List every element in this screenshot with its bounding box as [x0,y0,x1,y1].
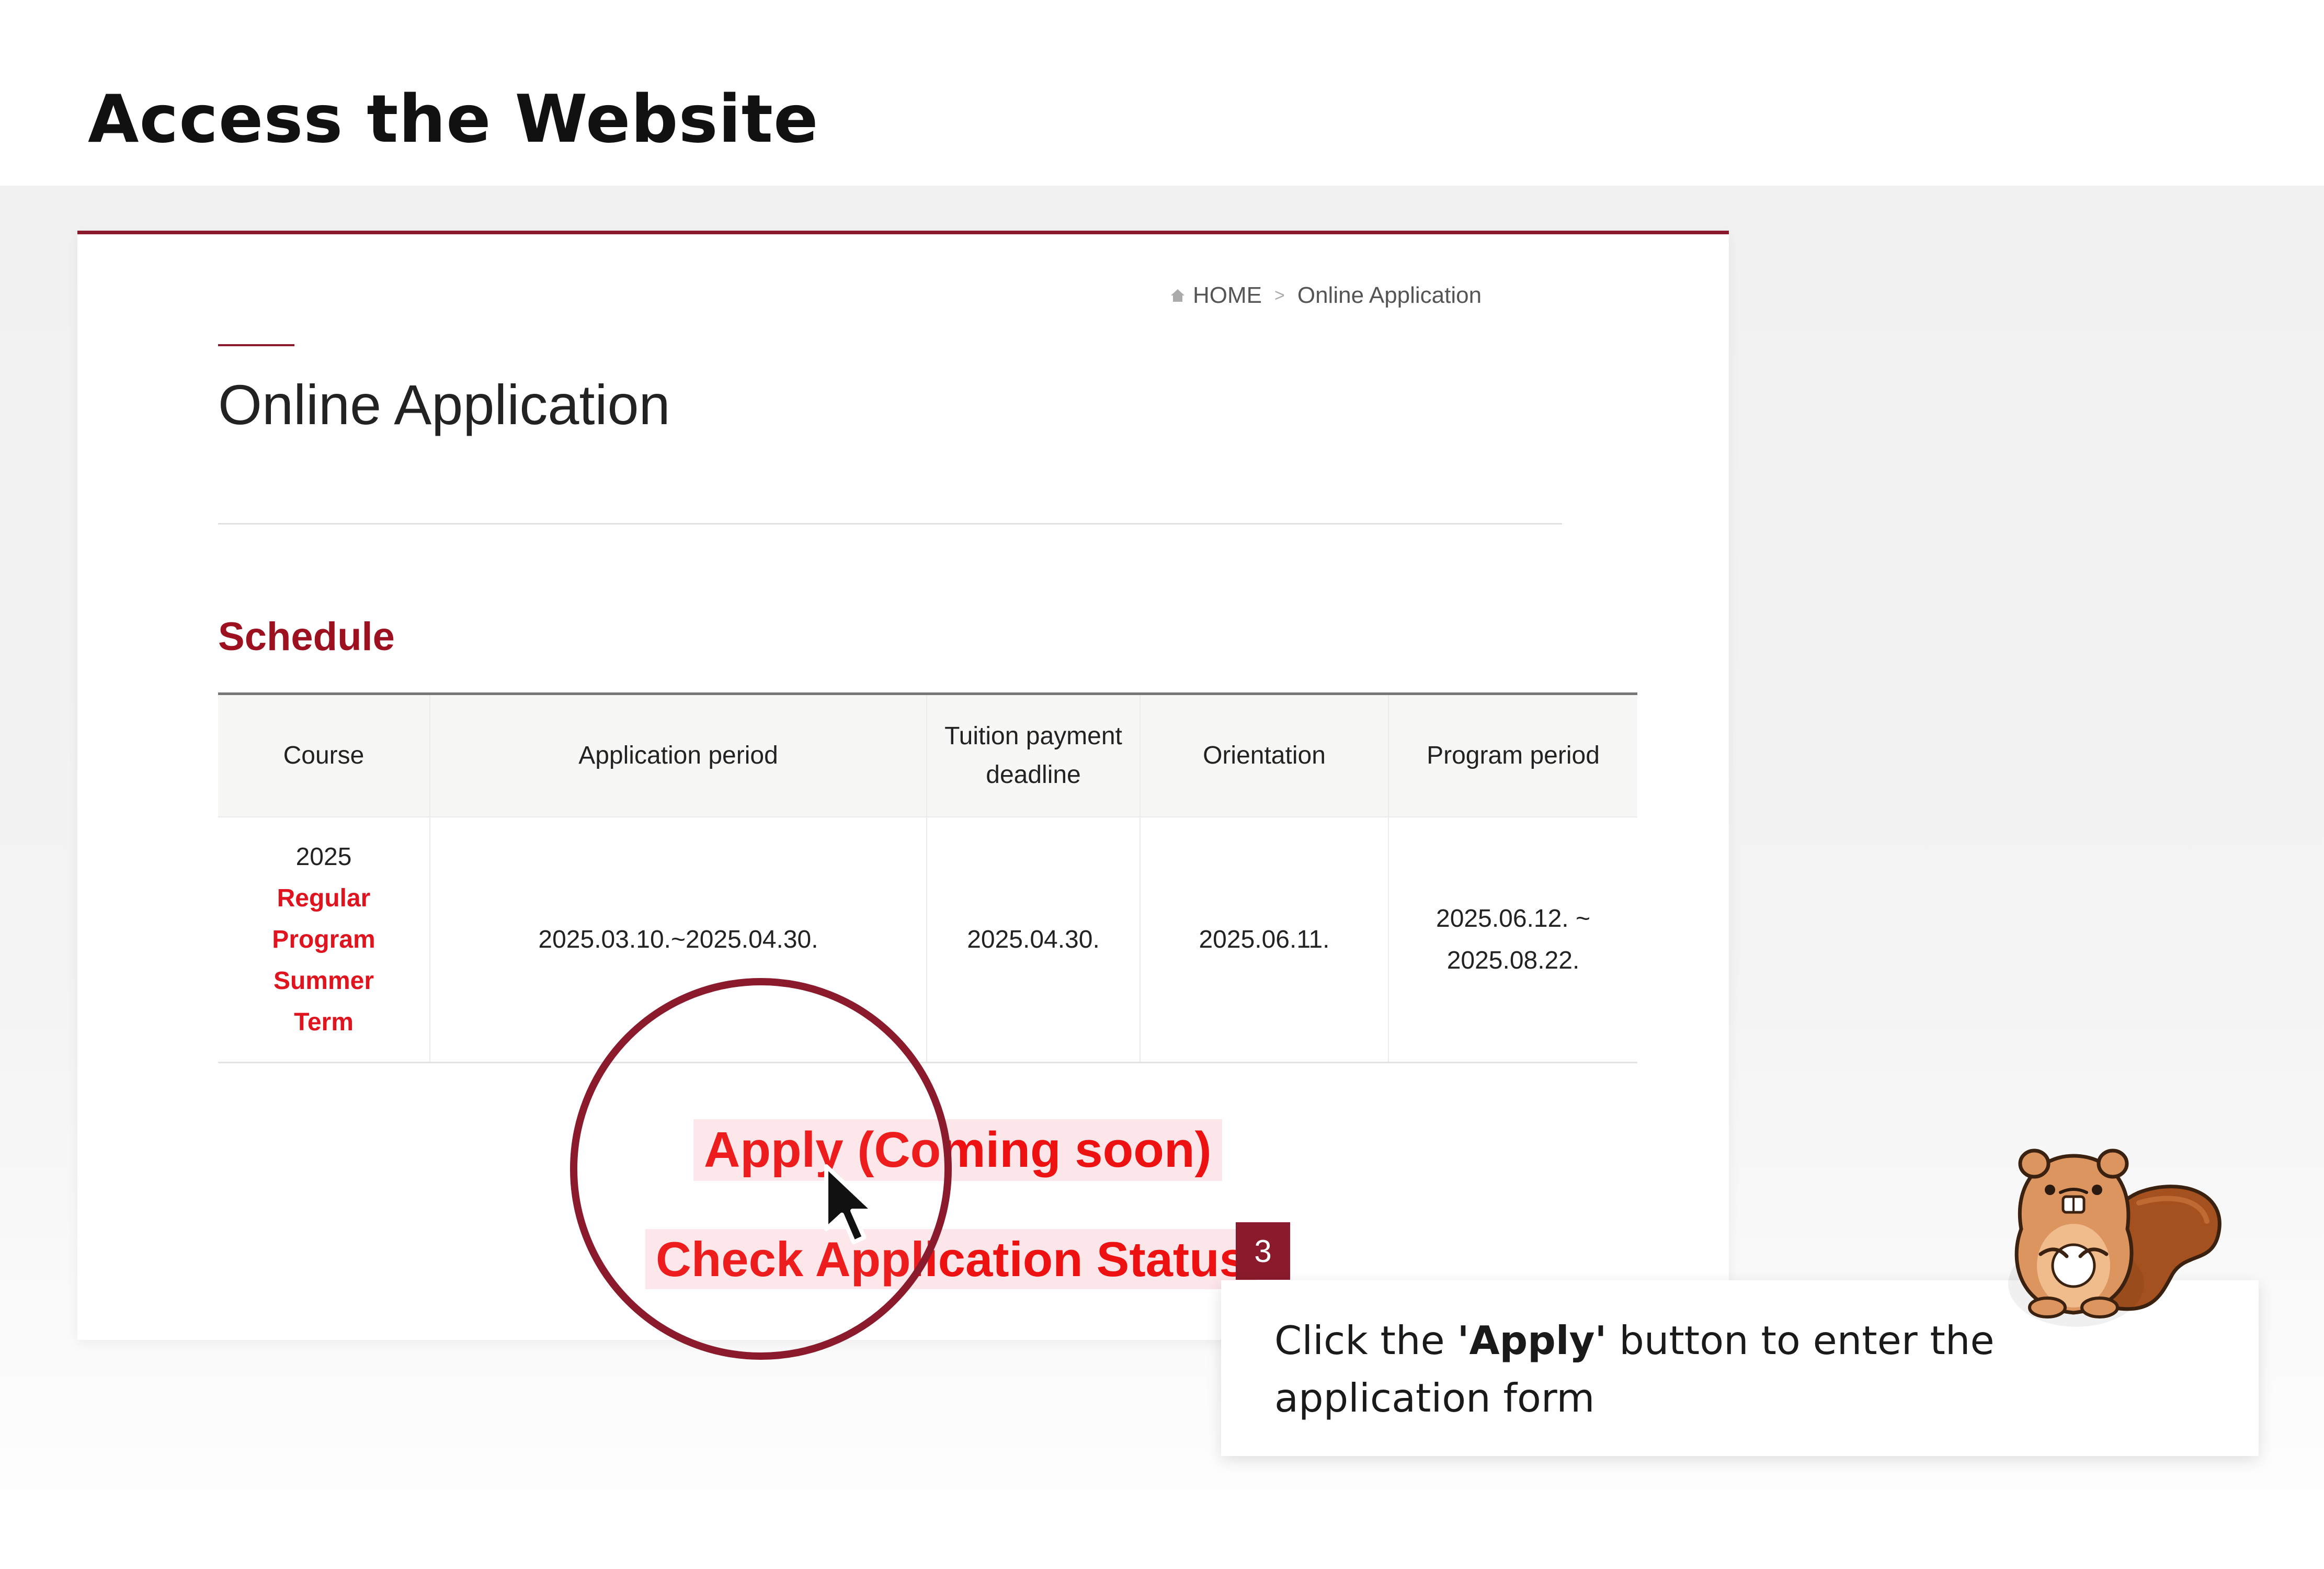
breadcrumb-current[interactable]: Online Application [1297,282,1482,309]
program-period-end: 2025.08.22. [1446,946,1580,974]
title-accent-line [218,344,294,346]
cell-course: 2025 Regular Program Summer Term [218,817,430,1063]
page-header: Access the Website [0,0,2324,186]
breadcrumb-separator-icon: > [1274,285,1285,305]
header-tuition-line1: Tuition payment [944,722,1122,750]
cell-tuition-deadline: 2025.04.30. [926,817,1140,1063]
course-name-line3: Summer [273,967,374,995]
course-name-line2: Program [272,925,375,953]
table-row: 2025 Regular Program Summer Term 2025.03… [218,817,1637,1063]
instruction-bold: 'Apply' [1457,1317,1607,1363]
step-number-badge: 3 [1236,1222,1290,1280]
program-period-start: 2025.06.12. ~ [1436,905,1590,933]
header-program-period: Program period [1388,693,1637,817]
page-title: Online Application [218,373,670,436]
header-orientation: Orientation [1140,693,1388,817]
schedule-heading: Schedule [218,615,395,659]
schedule-table: Course Application period Tuition paymen… [218,692,1637,1063]
title-divider [218,523,1562,525]
cell-orientation: 2025.06.11. [1140,817,1388,1063]
course-year: 2025 [295,843,352,871]
header-application-period: Application period [429,693,927,817]
squirrel-mascot-icon [1982,1135,2233,1336]
header-tuition-deadline: Tuition payment deadline [926,693,1140,817]
home-icon[interactable] [1170,288,1186,303]
page-heading: Access the Website [88,81,819,157]
cursor-arrow-icon [821,1164,884,1255]
cell-program-period: 2025.06.12. ~ 2025.08.22. [1388,817,1637,1063]
table-header-row: Course Application period Tuition paymen… [218,693,1637,817]
course-name-line1: Regular [277,884,371,912]
course-name-line4: Term [294,1008,354,1037]
breadcrumb: HOME > Online Application [1170,282,1482,309]
magnifier-circle [570,978,952,1360]
header-course: Course [218,693,430,817]
header-tuition-line2: deadline [986,761,1081,789]
breadcrumb-home-link[interactable]: HOME [1193,282,1262,309]
